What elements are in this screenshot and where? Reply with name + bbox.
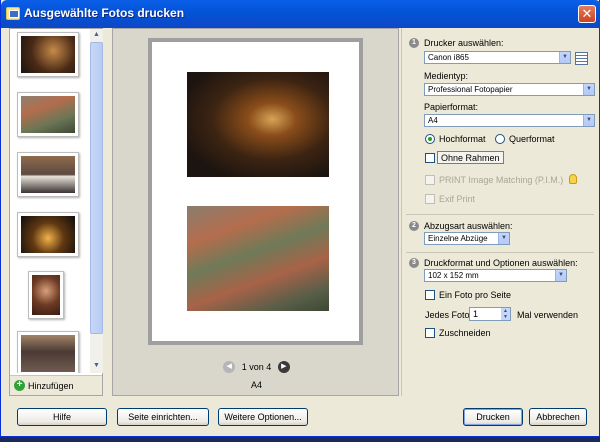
thumbnail-image xyxy=(21,36,75,73)
chevron-down-icon: ▼ xyxy=(583,115,594,126)
add-photos-label: Hinzufügen xyxy=(28,381,74,391)
print-button[interactable]: Drucken xyxy=(463,408,523,426)
taskbar xyxy=(0,437,600,442)
print-format-select[interactable]: 102 x 152 mm ▼ xyxy=(424,269,567,282)
paper-format-label: Papierformat: xyxy=(424,102,479,112)
borderless-label: Ohne Rahmen xyxy=(437,151,504,164)
thumbnail-sidebar: ▲ ▼ + Hinzufügen xyxy=(9,28,103,396)
print-preview: ◀ 1 von 4 ▶ A4 xyxy=(112,28,399,396)
borderless-checkbox[interactable] xyxy=(425,153,435,163)
print-type-select[interactable]: Einzelne Abzüge ▼ xyxy=(424,232,510,245)
scroll-down-icon[interactable]: ▼ xyxy=(90,360,103,372)
portrait-label: Hochformat xyxy=(439,134,486,144)
printer-select[interactable]: Canon i865 ▼ xyxy=(424,51,571,64)
title-bar[interactable]: Ausgewählte Fotos drucken ✕ xyxy=(1,0,600,28)
previous-page-icon[interactable]: ◀ xyxy=(223,361,236,373)
more-options-button[interactable]: Weitere Optionen... xyxy=(218,408,308,426)
print-dialog: Ausgewählte Fotos drucken ✕ ▲ ▼ + Hinzuf… xyxy=(0,0,600,437)
preview-paper-size: A4 xyxy=(250,380,262,390)
stepper-arrows-icon[interactable]: ▲ ▼ xyxy=(501,308,510,320)
plus-icon: + xyxy=(14,380,25,391)
preview-page xyxy=(148,38,363,345)
chevron-down-icon: ▼ xyxy=(498,233,509,244)
each-photo-label: Jedes Foto xyxy=(425,310,470,320)
exif-label: Exif Print xyxy=(439,194,476,204)
chevron-down-icon: ▼ xyxy=(559,52,570,63)
thumbnail-2[interactable] xyxy=(17,92,79,137)
thumbnail-3[interactable] xyxy=(17,152,79,197)
one-per-page-label: Ein Foto pro Seite xyxy=(439,290,512,300)
close-button[interactable]: ✕ xyxy=(578,5,596,23)
page-setup-button[interactable]: Seite einrichten... xyxy=(117,408,209,426)
step-2-badge: 2 xyxy=(409,221,419,231)
printer-properties-icon[interactable] xyxy=(575,52,588,65)
chevron-down-icon: ▼ xyxy=(555,270,566,281)
next-page-icon[interactable]: ▶ xyxy=(277,361,290,373)
printer-label: Drucker auswählen: xyxy=(424,38,504,48)
thumbnail-image xyxy=(21,335,75,372)
thumbnail-list xyxy=(10,29,92,373)
help-button[interactable]: Hilfe xyxy=(17,408,107,426)
divider xyxy=(406,252,594,253)
thumbnail-image xyxy=(21,96,75,133)
preview-photo-1 xyxy=(187,72,329,177)
thumbnail-6[interactable] xyxy=(17,331,79,373)
scroll-up-icon[interactable]: ▲ xyxy=(90,29,103,41)
paper-format-value: A4 xyxy=(428,116,438,125)
media-type-select[interactable]: Professional Fotopapier ▼ xyxy=(424,83,595,96)
chevron-down-icon: ▼ xyxy=(583,84,594,95)
crop-label: Zuschneiden xyxy=(439,328,491,338)
page-indicator: 1 von 4 xyxy=(241,362,272,372)
print-options-panel: 1 Drucker auswählen: Canon i865 ▼ Medien… xyxy=(401,28,599,396)
landscape-label: Querformat xyxy=(509,134,555,144)
thumbnail-image xyxy=(21,216,75,253)
thumbnail-5[interactable] xyxy=(28,271,64,319)
crop-checkbox[interactable] xyxy=(425,328,435,338)
page-navigator: ◀ 1 von 4 ▶ xyxy=(113,361,400,375)
pim-checkbox xyxy=(425,175,435,185)
media-type-value: Professional Fotopapier xyxy=(428,85,513,94)
thumbnail-scrollbar[interactable]: ▲ ▼ xyxy=(90,29,103,373)
exif-checkbox xyxy=(425,194,435,204)
pim-label: PRINT Image Matching (P.I.M.) xyxy=(439,175,564,185)
print-format-label: Druckformat und Optionen auswählen: xyxy=(424,258,578,268)
times-label: Mal verwenden xyxy=(517,310,579,320)
preview-photo-2 xyxy=(187,206,329,311)
add-photos-button[interactable]: + Hinzufügen xyxy=(10,375,102,395)
scroll-thumb[interactable] xyxy=(90,42,103,334)
window-title: Ausgewählte Fotos drucken xyxy=(24,6,185,20)
thumbnail-image xyxy=(32,275,60,315)
print-format-value: 102 x 152 mm xyxy=(428,271,479,280)
photo-print-icon xyxy=(6,7,20,20)
thumbnail-4[interactable] xyxy=(17,212,79,257)
paper-format-select[interactable]: A4 ▼ xyxy=(424,114,595,127)
one-per-page-checkbox[interactable] xyxy=(425,290,435,300)
photo-count-value: 1 xyxy=(473,309,479,319)
media-type-label: Medientyp: xyxy=(424,71,469,81)
printer-value: Canon i865 xyxy=(428,53,469,62)
step-1-badge: 1 xyxy=(409,38,419,48)
photo-count-stepper[interactable]: 1 ▲ ▼ xyxy=(469,307,511,321)
thumbnail-1[interactable] xyxy=(17,32,79,77)
close-icon: ✕ xyxy=(581,6,593,21)
portrait-radio[interactable] xyxy=(425,134,435,144)
cancel-button[interactable]: Abbrechen xyxy=(529,408,587,426)
print-type-value: Einzelne Abzüge xyxy=(428,234,488,243)
divider xyxy=(406,214,594,215)
print-type-label: Abzugsart auswählen: xyxy=(424,221,513,231)
lightbulb-icon[interactable] xyxy=(569,174,577,184)
landscape-radio[interactable] xyxy=(495,134,505,144)
thumbnail-image xyxy=(21,156,75,193)
step-3-badge: 3 xyxy=(409,258,419,268)
